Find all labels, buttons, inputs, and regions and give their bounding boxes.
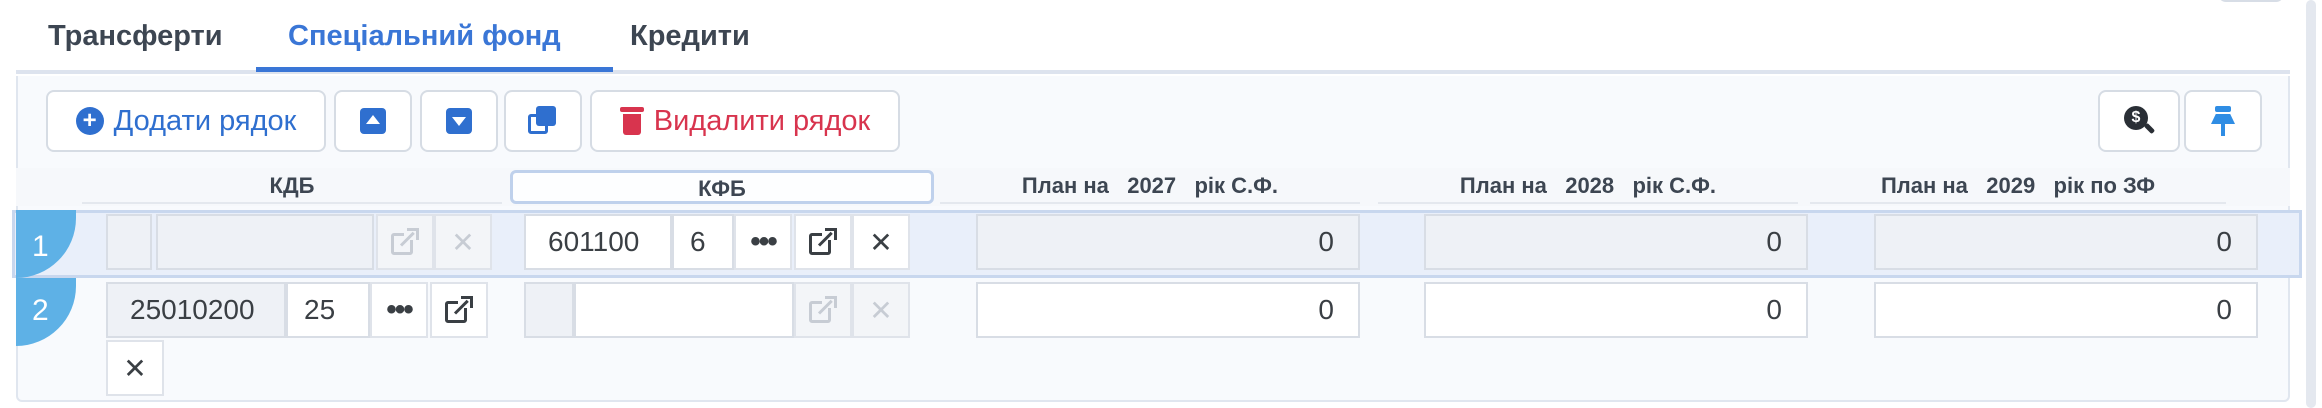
top-right-button[interactable] xyxy=(2218,0,2284,2)
kdb-clear-button: ✕ xyxy=(434,214,492,270)
column-header-kfb[interactable]: КФБ xyxy=(510,170,934,204)
external-link-icon xyxy=(391,228,419,256)
delete-row-label: Видалити рядок xyxy=(653,104,871,137)
kfb-code-field[interactable] xyxy=(574,282,794,338)
kfb-clear-button[interactable]: ✕ xyxy=(852,214,910,270)
tab-credits[interactable]: Кредити xyxy=(630,14,750,70)
move-down-button[interactable] xyxy=(420,90,498,152)
plan-2027-field[interactable]: 0 xyxy=(976,282,1360,338)
kfb-clear-button: ✕ xyxy=(852,282,910,338)
tab-bar: Трансферти Спеціальний фонд Кредити xyxy=(16,0,2290,74)
external-link-icon xyxy=(445,296,473,324)
column-header-plan-2027[interactable]: План на 2027 рік С.Ф. xyxy=(940,170,1360,204)
kfb-short-field[interactable]: 6 xyxy=(672,214,734,270)
close-icon: ✕ xyxy=(451,226,475,258)
close-icon: ✕ xyxy=(869,294,893,326)
trash-icon xyxy=(619,107,644,135)
kdb-code-field[interactable] xyxy=(156,214,374,270)
move-down-icon xyxy=(446,108,472,134)
kdb-lookup-button[interactable]: ••• xyxy=(370,282,428,338)
move-up-button[interactable] xyxy=(334,90,412,152)
add-row-label: Додати рядок xyxy=(113,104,297,137)
plan-2029-field[interactable]: 0 xyxy=(1874,282,2258,338)
pin-icon xyxy=(2211,106,2235,136)
plan-2027-field[interactable]: 0 xyxy=(976,214,1360,270)
add-row-button[interactable]: + Додати рядок xyxy=(46,90,326,152)
column-header-plan-2028[interactable]: План на 2028 рік С.Ф. xyxy=(1378,170,1798,204)
close-icon: ✕ xyxy=(869,226,893,258)
kdb-short-field[interactable]: 25 xyxy=(286,282,370,338)
search-dollar-icon: $ xyxy=(2124,106,2156,136)
vertical-scrollbar[interactable] xyxy=(2306,0,2316,408)
kfb-lookup-button[interactable]: ••• xyxy=(734,214,792,270)
kdb-clear-button[interactable]: ✕ xyxy=(106,340,164,396)
plus-circle-icon: + xyxy=(75,107,104,135)
pin-button[interactable] xyxy=(2184,90,2262,152)
kfb-open-button xyxy=(794,282,852,338)
more-dots-icon: ••• xyxy=(386,293,413,326)
more-dots-icon: ••• xyxy=(750,225,777,258)
copy-row-button[interactable] xyxy=(504,90,582,152)
column-header-plan-2029[interactable]: План на 2029 рік по ЗФ xyxy=(1810,170,2226,204)
plan-2028-field[interactable]: 0 xyxy=(1424,214,1808,270)
kdb-open-button[interactable] xyxy=(430,282,488,338)
plan-2028-field[interactable]: 0 xyxy=(1424,282,1808,338)
column-header-kdb[interactable]: КДБ xyxy=(82,170,502,204)
delete-row-button[interactable]: Видалити рядок xyxy=(590,90,900,152)
tab-transfers[interactable]: Трансферти xyxy=(48,14,223,70)
kdb-open-button xyxy=(376,214,434,270)
kdb-code-field[interactable]: 25010200 xyxy=(106,282,286,338)
kfb-code-field[interactable]: 601100 xyxy=(524,214,672,270)
move-up-icon xyxy=(360,108,386,134)
close-icon: ✕ xyxy=(123,352,147,384)
copy-icon xyxy=(528,106,558,136)
search-button[interactable]: $ xyxy=(2098,90,2180,152)
plan-2029-field[interactable]: 0 xyxy=(1874,214,2258,270)
kdb-prefix-field[interactable] xyxy=(106,214,152,270)
active-tab-indicator xyxy=(256,67,613,72)
tab-special-fund[interactable]: Спеціальний фонд xyxy=(288,14,561,70)
kfb-prefix-field[interactable] xyxy=(524,282,574,338)
external-link-icon xyxy=(809,296,837,324)
external-link-icon xyxy=(809,228,837,256)
kfb-open-button[interactable] xyxy=(794,214,852,270)
